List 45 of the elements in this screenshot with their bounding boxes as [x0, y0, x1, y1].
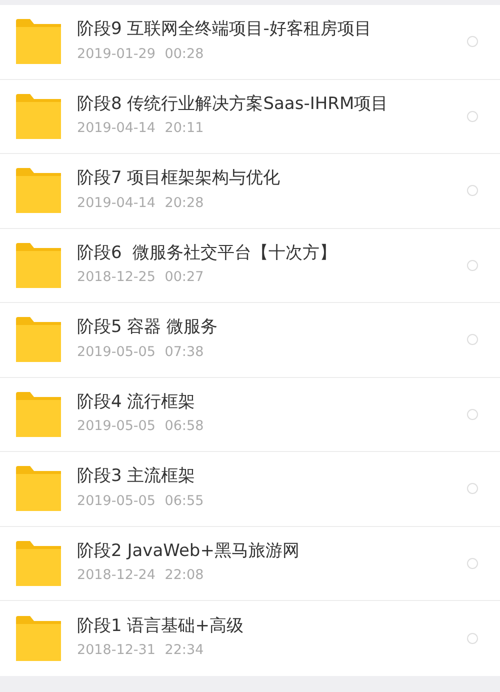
modified-date: 2018-12-31 22:34: [77, 641, 205, 660]
folder-icon: [16, 540, 61, 586]
folder-name: 阶段5 容器 微服务: [77, 317, 219, 338]
select-radio[interactable]: [467, 632, 478, 644]
folder-icon: [16, 19, 61, 64]
folder-name: 阶段8 传统行业解决方案Saas-IHRM项目: [77, 94, 390, 114]
modified-date: 2019-05-05 06:55: [77, 492, 205, 511]
folder-icon: [16, 616, 61, 661]
folder-row[interactable]: 阶段9 互联网全终端项目-好客租房项目 2019-01-29 00:28: [0, 5, 500, 80]
folder-row[interactable]: 阶段5 容器 微服务 2019-05-05 07:38: [0, 303, 500, 378]
folder-name: 阶段9 互联网全终端项目-好客租房项目: [77, 19, 372, 40]
folder-name: 阶段3 主流框架: [77, 466, 196, 487]
folder-name: 阶段1 语言基础+高级: [77, 616, 244, 636]
folder-row[interactable]: 阶段2 JavaWeb+黑马旅游网 2018-12-24 22:08: [0, 526, 500, 601]
select-radio[interactable]: [467, 558, 478, 569]
folder-icon: [16, 242, 61, 288]
modified-date: 2019-04-14 20:11: [77, 119, 205, 138]
folder-row[interactable]: 阶段6 微服务社交平台【十次方】 2018-12-25 00:27: [0, 228, 500, 303]
select-radio[interactable]: [467, 185, 478, 196]
select-radio[interactable]: [467, 483, 478, 494]
folder-row[interactable]: 阶段7 项目框架架构与优化 2019-04-14 20:28: [0, 154, 500, 228]
folder-icon: [16, 392, 61, 437]
select-radio[interactable]: [467, 408, 478, 420]
folder-icon: [16, 317, 61, 362]
folder-name: 阶段7 项目框架架构与优化: [77, 168, 282, 189]
select-radio[interactable]: [467, 334, 478, 346]
modified-date: 2019-05-05 06:58: [77, 417, 205, 436]
modified-date: 2019-05-05 07:38: [77, 342, 205, 362]
folder-name: 阶段6 微服务社交平台【十次方】: [77, 242, 338, 264]
folder-row[interactable]: 阶段1 语言基础+高级 2018-12-31 22:34: [0, 601, 500, 676]
folder-row[interactable]: 阶段3 主流框架 2019-05-05 06:55: [0, 452, 500, 526]
folder-icon: [16, 94, 61, 139]
folder-icon: [16, 168, 61, 214]
modified-date: 2019-04-14 20:28: [77, 194, 205, 213]
folder-row[interactable]: 阶段4 流行框架 2019-05-05 06:58: [0, 378, 500, 452]
modified-date: 2018-12-24 22:08: [77, 566, 205, 586]
select-radio[interactable]: [467, 36, 478, 48]
modified-date: 2019-01-29 00:28: [77, 44, 205, 64]
select-radio[interactable]: [467, 260, 478, 271]
modified-date: 2018-12-25 00:27: [77, 268, 205, 288]
folder-icon: [16, 466, 61, 512]
folder-name: 阶段2 JavaWeb+黑马旅游网: [77, 540, 300, 562]
select-radio[interactable]: [467, 110, 478, 122]
folder-name: 阶段4 流行框架: [77, 392, 196, 412]
folder-row[interactable]: 阶段8 传统行业解决方案Saas-IHRM项目 2019-04-14 20:11: [0, 80, 500, 154]
